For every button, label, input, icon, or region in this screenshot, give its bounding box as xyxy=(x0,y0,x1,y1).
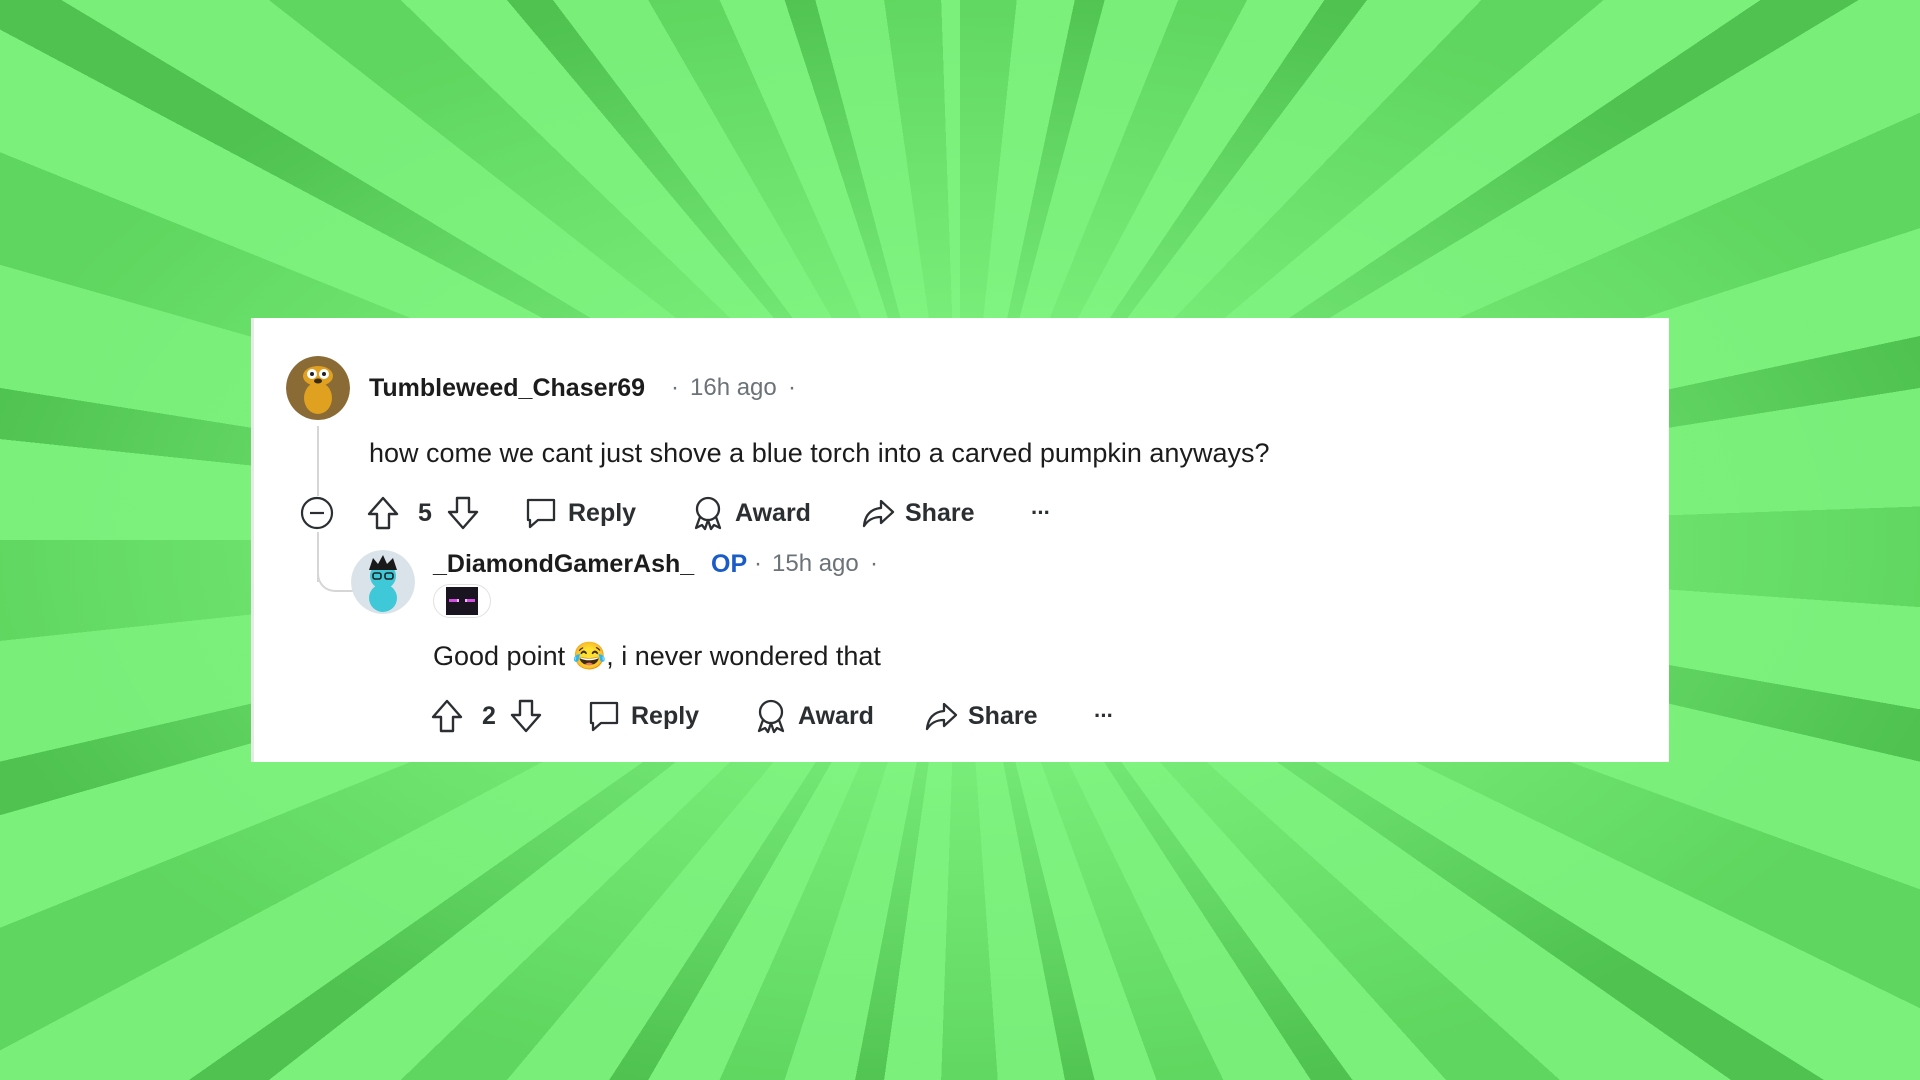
upvote-button[interactable] xyxy=(366,493,400,533)
reply-downvote-button[interactable] xyxy=(509,696,543,736)
reply-icon xyxy=(526,498,556,529)
separator: · xyxy=(788,374,796,401)
downvote-icon xyxy=(510,699,542,733)
collapse-button[interactable] xyxy=(300,493,334,533)
reply-username[interactable]: _DiamondGamerAsh_ xyxy=(433,550,694,579)
reply-label: Reply xyxy=(631,701,700,730)
separator: · xyxy=(671,374,679,401)
award-button[interactable]: Award xyxy=(691,493,811,533)
reply-button[interactable]: Reply xyxy=(524,493,636,533)
avatar-tumbleweed[interactable] xyxy=(286,356,350,420)
award-icon xyxy=(694,496,722,531)
reply-timestamp[interactable]: 15h ago xyxy=(772,550,859,578)
share-icon xyxy=(925,702,958,731)
comment-username[interactable]: Tumbleweed_Chaser69 xyxy=(369,374,645,403)
reply-award-button[interactable]: Award xyxy=(754,696,874,736)
share-button[interactable]: Share xyxy=(861,493,974,533)
reply-vote-count: 2 xyxy=(482,702,496,730)
share-label: Share xyxy=(968,701,1038,730)
thread-branch xyxy=(317,562,353,592)
enderman-flair-icon xyxy=(446,587,478,615)
comment-card: Tumbleweed_Chaser69 · 16h ago · how come… xyxy=(251,318,1669,762)
comment-timestamp[interactable]: 16h ago xyxy=(690,374,777,402)
laughing-emoji: 😂 xyxy=(572,641,607,671)
avatar-image xyxy=(286,356,350,420)
reply-text-after: , i never wondered that xyxy=(606,641,881,671)
comment-body: how come we cant just shove a blue torch… xyxy=(369,438,1270,468)
reply-reply-button[interactable]: Reply xyxy=(587,696,699,736)
user-flair xyxy=(433,584,491,618)
reply-share-button[interactable]: Share xyxy=(924,696,1037,736)
reply-more-options-button[interactable]: ··· xyxy=(1094,696,1114,736)
downvote-button[interactable] xyxy=(446,493,480,533)
upvote-icon xyxy=(367,496,399,530)
thread-line[interactable] xyxy=(317,426,319,496)
award-label: Award xyxy=(798,701,874,730)
share-label: Share xyxy=(905,498,975,527)
award-icon xyxy=(757,699,785,734)
vote-count: 5 xyxy=(418,499,432,527)
op-badge: OP xyxy=(711,550,748,578)
award-label: Award xyxy=(735,498,811,527)
more-options-icon: ··· xyxy=(1094,703,1114,728)
collapse-icon xyxy=(300,496,334,530)
more-options-button[interactable]: ··· xyxy=(1031,493,1051,533)
separator: · xyxy=(870,550,878,577)
reply-text-before: Good point xyxy=(433,641,566,671)
reply-body: Good point 😂, i never wondered that xyxy=(433,640,881,672)
avatar-diamondgamerash[interactable] xyxy=(351,550,415,614)
more-options-icon: ··· xyxy=(1031,500,1051,525)
share-icon xyxy=(862,499,895,528)
reply-label: Reply xyxy=(568,498,637,527)
separator: · xyxy=(754,550,762,577)
reply-upvote-button[interactable] xyxy=(430,696,464,736)
reply-icon xyxy=(589,701,619,732)
upvote-icon xyxy=(431,699,463,733)
avatar-image xyxy=(351,550,415,614)
downvote-icon xyxy=(447,496,479,530)
